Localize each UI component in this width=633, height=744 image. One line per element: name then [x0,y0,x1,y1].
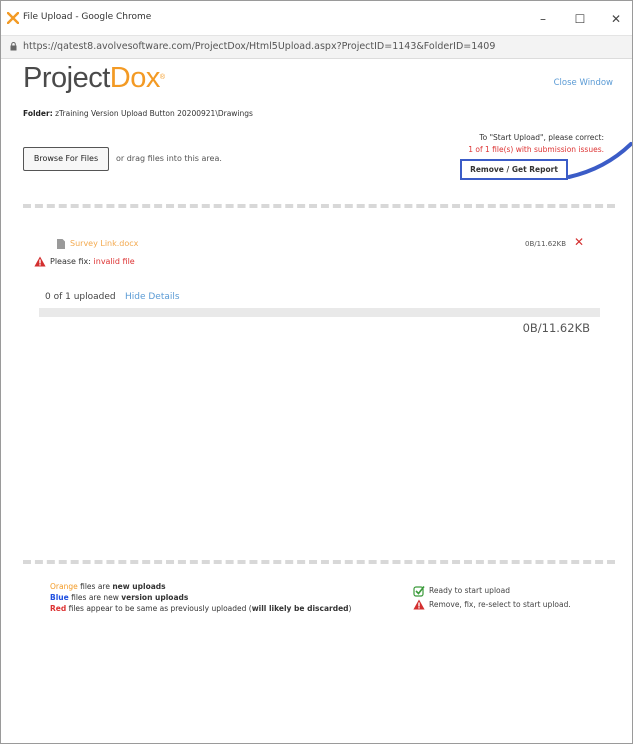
file-size: 0B/11.62KB [525,240,567,248]
fix-issue: invalid file [93,257,135,266]
logo-accent: Dox [109,62,161,94]
remove-get-report-label: Remove / Get Report [470,165,558,174]
browse-files-button[interactable]: Browse For Files [23,147,109,171]
window-title: File Upload - Google Chrome [23,12,152,22]
divider-top [23,204,615,208]
remove-file-icon[interactable]: ✕ [574,235,584,249]
fix-message: Please fix: invalid file [50,257,135,266]
folder-path-text: zTraining Version Upload Button 20200921… [55,109,253,118]
progress-text: 0B/11.62KB [522,321,590,335]
file-color-legend: Orange files are new uploads Blue files … [50,581,351,614]
file-name: Survey Link.docx [70,239,139,248]
upload-progress-bar [39,308,600,317]
logo-registered-mark: ® [159,74,165,81]
lock-icon [10,42,17,51]
logo-main: Project [23,62,110,94]
status-legend: Ready to start upload Remove, fix, re-se… [413,584,571,612]
folder-path: Folder: zTraining Version Upload Button … [23,109,253,118]
hide-details-link[interactable]: Hide Details [125,292,180,302]
folder-label: Folder: [23,109,53,118]
title-bar: File Upload - Google Chrome – ☐ ✕ [1,1,632,35]
maximize-button[interactable]: ☐ [565,7,595,31]
legend-blue: Blue files are new version uploads [50,593,189,602]
remove-get-report-button[interactable]: Remove / Get Report [460,159,568,180]
legend-red: Red files appear to be same as previousl… [50,604,352,613]
check-icon [413,586,425,597]
fix-prefix: Please fix: [50,257,91,266]
annotation-arrow-icon [567,142,632,179]
browser-window: File Upload - Google Chrome – ☐ ✕ https:… [0,0,633,744]
url-text: https://qatest8.avolvesoftware.com/Proje… [23,41,496,52]
legend-ready: Ready to start upload [413,584,571,598]
drag-hint: or drag files into this area. [116,154,222,163]
warning-icon [34,256,46,267]
file-icon [57,239,65,249]
address-bar[interactable]: https://qatest8.avolvesoftware.com/Proje… [1,35,632,59]
warning-legend-icon [413,599,425,610]
app-icon [7,12,19,24]
legend-remove-fix: Remove, fix, re-select to start upload. [413,598,571,612]
divider-bottom [23,560,615,564]
projectdox-logo: ProjectDox® [23,61,165,95]
legend-orange: Orange files are new uploads [50,582,166,591]
close-window-link[interactable]: Close Window [554,78,613,88]
uploaded-count: 0 of 1 uploaded [45,292,116,302]
close-window-button[interactable]: ✕ [601,7,631,31]
minimize-button[interactable]: – [528,7,558,31]
